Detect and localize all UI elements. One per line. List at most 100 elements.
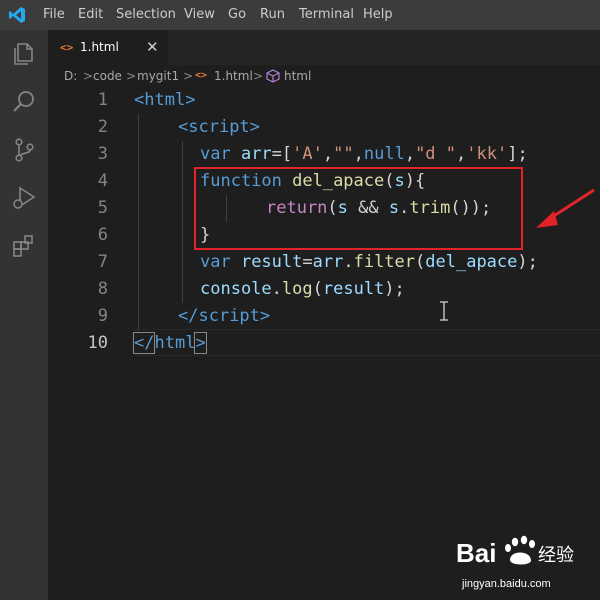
code-line[interactable]: <script> xyxy=(178,114,260,141)
run-debug-icon[interactable] xyxy=(10,184,38,212)
breadcrumb-code[interactable]: code xyxy=(93,65,122,87)
code-token: ( xyxy=(415,252,426,272)
line-number: 10 xyxy=(87,333,108,353)
line-number: 3 xyxy=(97,144,108,164)
tab-label: 1.html xyxy=(80,40,119,54)
code-token: < xyxy=(178,117,189,137)
menu-go[interactable]: Go xyxy=(228,0,246,30)
svg-text:Bai: Bai xyxy=(456,538,496,568)
code-line[interactable]: var arr=['A',"",null,"d ",'kk']; xyxy=(200,141,528,168)
baidu-logo: Bai 经验 xyxy=(456,535,574,568)
code-line[interactable]: </script> xyxy=(178,303,270,330)
code-token: , xyxy=(322,144,334,164)
red-arrow-icon xyxy=(536,188,595,228)
svg-text:经验: 经验 xyxy=(538,545,574,566)
code-line[interactable]: console.log(result); xyxy=(200,276,405,303)
code-token: , xyxy=(353,144,364,164)
code-token: . xyxy=(343,252,354,272)
html-file-icon: <> xyxy=(60,41,74,54)
breadcrumb-symbol[interactable]: html xyxy=(284,65,311,87)
code-token: , xyxy=(404,144,416,164)
chevron-right-icon: > xyxy=(183,69,194,83)
baidu-watermark: Bai 经验 jingyan.baidu.com xyxy=(444,528,594,594)
line-number: 6 xyxy=(97,225,108,245)
code-token: html xyxy=(154,333,196,353)
code-token: ); xyxy=(384,279,405,299)
code-token: "d " xyxy=(415,144,457,164)
code-token: del_apace xyxy=(425,252,518,272)
explorer-icon[interactable] xyxy=(10,40,38,68)
menu-run[interactable]: Run xyxy=(260,0,285,30)
symbol-icon xyxy=(266,69,280,83)
code-token: filter xyxy=(353,252,416,272)
title-bar: File Edit Selection View Go Run Terminal… xyxy=(0,0,600,30)
code-token: var xyxy=(200,252,241,272)
html-file-icon: <> xyxy=(195,70,208,81)
menu-file[interactable]: File xyxy=(43,0,65,30)
code-token: script xyxy=(188,117,250,137)
code-token: html xyxy=(144,90,186,110)
line-number: 7 xyxy=(97,252,108,272)
code-token: console xyxy=(200,279,272,299)
menu-help[interactable]: Help xyxy=(363,0,393,30)
line-number: 5 xyxy=(97,198,108,218)
line-number: 1 xyxy=(97,90,108,110)
menu-selection[interactable]: Selection xyxy=(116,0,176,30)
menu-edit[interactable]: Edit xyxy=(78,0,103,30)
code-token: ]; xyxy=(507,144,528,164)
breadcrumb-file[interactable]: 1.html xyxy=(214,65,253,87)
close-icon[interactable]: ✕ xyxy=(146,30,159,65)
code-token: > xyxy=(249,117,260,137)
line-number: 9 xyxy=(97,306,108,326)
code-token: > xyxy=(194,332,207,354)
chevron-right-icon: > xyxy=(253,69,264,83)
search-icon[interactable] xyxy=(10,88,38,116)
code-token: script xyxy=(198,306,260,326)
code-token: > xyxy=(185,90,196,110)
text-cursor-icon xyxy=(440,301,448,321)
code-token: =[ xyxy=(271,144,293,164)
code-line[interactable]: var result=arr.filter(del_apace); xyxy=(200,249,538,276)
menu-view[interactable]: View xyxy=(184,0,215,30)
breadcrumb-mygit1[interactable]: mygit1 xyxy=(137,65,179,87)
code-token: > xyxy=(259,306,271,326)
code-editor[interactable]: 1 2 3 4 5 6 7 8 9 10 <html> <script> var arr=['A',"… xyxy=(48,87,600,600)
vscode-logo-icon xyxy=(9,7,25,23)
code-line[interactable]: </html> xyxy=(132,330,207,357)
line-number: 8 xyxy=(97,279,108,299)
watermark-url: jingyan.baidu.com xyxy=(462,578,551,590)
code-line[interactable]: <html> xyxy=(134,87,195,114)
code-token: arr xyxy=(240,144,272,164)
chevron-right-icon: > xyxy=(126,69,137,83)
code-token: </ xyxy=(178,306,199,326)
code-token: ); xyxy=(517,252,538,272)
code-token: "" xyxy=(333,144,354,164)
breadcrumb-drive[interactable]: D: xyxy=(64,65,77,87)
code-token: 'kk' xyxy=(466,144,508,164)
code-token: result xyxy=(240,252,303,272)
activity-bar xyxy=(0,30,48,600)
line-number: 2 xyxy=(97,117,108,137)
code-token: </ xyxy=(132,332,156,354)
breadcrumb: D: > code > mygit1 > <> 1.html > html xyxy=(48,65,600,87)
line-number: 4 xyxy=(97,171,108,191)
tabs-bar: <> 1.html ✕ xyxy=(48,30,600,65)
code-token: = xyxy=(302,252,313,272)
code-token: , xyxy=(456,144,467,164)
code-token: < xyxy=(134,90,145,110)
indent-guide xyxy=(138,114,139,330)
source-control-icon[interactable] xyxy=(10,136,38,164)
tab-1-html[interactable]: <> 1.html ✕ xyxy=(48,30,168,65)
annotation-highlight-box xyxy=(194,167,523,250)
menu-terminal[interactable]: Terminal xyxy=(299,0,354,30)
code-token: 'A' xyxy=(292,144,323,164)
code-token: . xyxy=(271,279,282,299)
indent-guide xyxy=(182,141,183,303)
code-token: result xyxy=(322,279,385,299)
code-token: ( xyxy=(312,279,323,299)
code-token: var xyxy=(200,144,241,164)
code-token: null xyxy=(363,144,405,164)
code-token: arr xyxy=(312,252,344,272)
code-token: log xyxy=(281,279,313,299)
extensions-icon[interactable] xyxy=(10,232,38,260)
